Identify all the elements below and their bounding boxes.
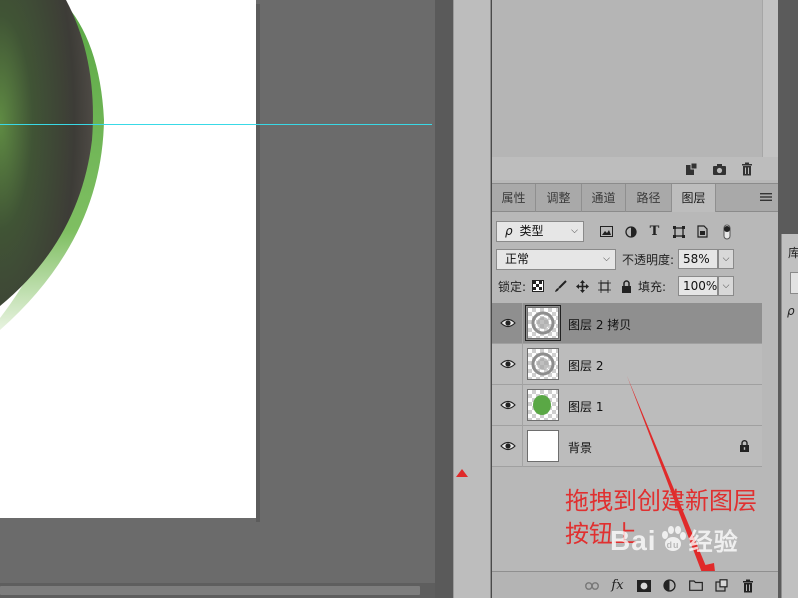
adjustment-icon[interactable] [661,577,678,594]
chevron-down-icon: ⌵ [571,226,578,236]
libraries-panel-edge: 库 ρ [778,0,798,598]
layer-thumbnail[interactable] [525,305,561,341]
canvas-workspace[interactable] [0,0,435,583]
layer-thumbnail[interactable] [527,389,559,421]
layers-list: 图层 2 拷贝 图层 2 图层 1 背景 [492,303,762,467]
collapsed-dock[interactable] [453,0,491,598]
libraries-select[interactable] [790,272,798,294]
filter-toggle-icon[interactable] [718,223,735,240]
history-panel [492,0,778,180]
layer-name[interactable]: 图层 2 拷贝 [568,316,631,333]
lock-position-icon[interactable] [574,278,590,294]
canvas-shadow [256,4,260,522]
lock-label: 锁定: [498,280,527,294]
layer-filter-row: ρ 类型 ⌵ T [496,221,776,243]
trash-icon[interactable] [739,577,756,594]
eye-icon[interactable] [500,357,516,371]
fx-icon[interactable]: fx [609,577,626,594]
layer-divider [522,426,523,467]
paw-logo-icon: du [661,526,686,551]
filter-smart-object-icon[interactable] [694,223,711,240]
photoshop-window: 属性 调整 通道 路径 图层 ρ 类型 ⌵ T 正常 ⌵ 不透明度: 58% ⌵… [0,0,798,598]
layer-divider [522,303,523,344]
tab-properties[interactable]: 属性 [492,184,536,212]
blend-row: 正常 ⌵ 不透明度: 58% ⌵ [496,249,776,271]
eye-icon[interactable] [500,316,516,330]
mask-icon[interactable] [635,577,652,594]
history-list[interactable] [492,0,762,157]
filter-pixel-icon[interactable] [598,223,615,240]
watermark-brand: Bai [610,525,657,556]
panel-menu-icon[interactable] [760,192,772,202]
opacity-input[interactable]: 58% [678,249,718,269]
search-icon[interactable]: ρ [787,304,795,318]
link-icon[interactable] [583,577,600,594]
expand-arrow-icon[interactable] [456,469,468,477]
blend-mode-label: 正常 [505,252,530,266]
filter-type-icon[interactable]: T [646,223,663,240]
layer-divider [522,385,523,426]
opacity-dropdown-button[interactable]: ⌵ [718,249,734,269]
document-canvas[interactable] [0,0,256,518]
lock-row: 锁定: 填充: 100% ⌵ [496,276,776,298]
trash-icon[interactable] [738,160,756,178]
tab-adjustments[interactable]: 调整 [536,184,582,212]
new-document-from-state-icon[interactable] [682,160,700,178]
layer-row[interactable]: 背景 [492,426,762,467]
layer-row[interactable]: 图层 2 拷贝 [492,303,762,344]
lock-transparent-pixels-icon[interactable] [530,278,546,294]
filter-kind-select[interactable]: ρ 类型 ⌵ [496,221,584,242]
annotation-line-1: 拖拽到创建新图层 [565,487,757,515]
sphere-artwork [0,0,104,330]
opacity-label: 不透明度: [622,253,675,267]
eye-icon[interactable] [500,398,516,412]
layer-name[interactable]: 图层 2 [568,357,603,374]
new-layer-icon[interactable] [713,577,730,594]
layer-name[interactable]: 图层 1 [568,398,603,415]
layer-thumbnail[interactable] [527,430,559,462]
layer-row[interactable]: 图层 1 [492,385,762,426]
fill-dropdown-button[interactable]: ⌵ [718,276,734,296]
fill-label: 填充: [638,280,667,294]
svg-text:du: du [666,540,679,550]
camera-icon[interactable] [710,160,728,178]
tab-channels[interactable]: 通道 [582,184,626,212]
baidu-watermark: Bai du 经验 [610,522,739,557]
layers-panel-group: 属性 调整 通道 路径 图层 ρ 类型 ⌵ T 正常 ⌵ 不透明度: 58% ⌵… [492,0,778,598]
panel-tabs: 属性 调整 通道 路径 图层 [492,183,778,212]
filter-adjustment-icon[interactable] [622,223,639,240]
layers-bottom-bar: fx [492,571,778,598]
fill-input[interactable]: 100% [678,276,718,296]
folder-icon[interactable] [687,577,704,594]
filter-shape-icon[interactable] [670,223,687,240]
layer-thumbnail[interactable] [527,348,559,380]
lock-artboard-icon[interactable] [596,278,612,294]
horizontal-scrollbar[interactable] [0,583,435,598]
blend-mode-select[interactable]: 正常 ⌵ [496,249,616,270]
search-icon: ρ [505,224,513,238]
tab-layers[interactable]: 图层 [672,184,716,212]
dock-gap [435,0,453,598]
layer-divider [522,344,523,385]
scroll-thumb[interactable] [0,586,420,595]
layer-row[interactable]: 图层 2 [492,344,762,385]
history-scrollbar[interactable] [762,0,778,157]
lock-icon [740,440,749,452]
lock-all-icon[interactable] [618,278,634,294]
eye-icon[interactable] [500,439,516,453]
watermark-suffix: 经验 [688,528,739,556]
tab-paths[interactable]: 路径 [626,184,672,212]
lock-image-pixels-icon[interactable] [552,278,568,294]
filter-kind-label: 类型 [519,224,544,238]
layer-name[interactable]: 背景 [568,439,592,456]
chevron-down-icon: ⌵ [603,254,610,264]
libraries-tab-label[interactable]: 库 [788,244,798,261]
horizontal-guide[interactable] [0,124,432,125]
